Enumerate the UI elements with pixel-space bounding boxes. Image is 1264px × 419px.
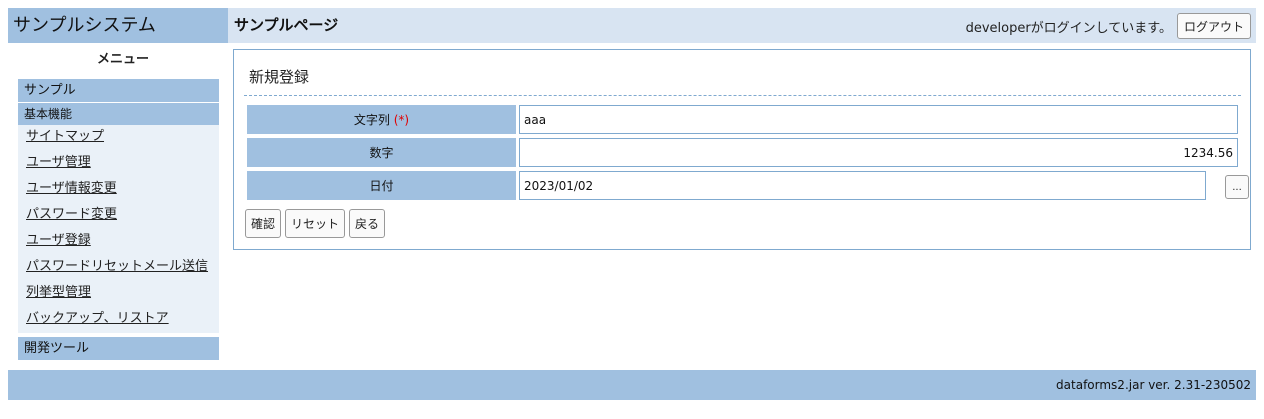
form-row-number: 数字 — [246, 137, 1238, 168]
number-input[interactable] — [519, 138, 1238, 167]
field-label-string: 文字列 (*) — [246, 104, 517, 135]
menu-caption: メニュー — [96, 52, 149, 67]
site-title: サンプルシステム — [8, 8, 228, 43]
menu-group-devtools[interactable]: 開発ツール — [18, 337, 219, 360]
logout-button[interactable]: ログアウト — [1176, 13, 1251, 39]
sidebar-menu: メニュー サンプル 基本機能 サイトマップ ユーザ管理 ユーザ情報変更 パスワー… — [8, 43, 228, 360]
sidebar-item-user-registration[interactable]: ユーザ登録 — [18, 229, 219, 255]
login-message: developerがログインしています。 — [965, 20, 1172, 36]
field-label-date: 日付 — [246, 170, 517, 201]
divider — [244, 95, 1241, 96]
sidebar-item-backup-restore[interactable]: バックアップ、リストア — [18, 307, 219, 333]
back-button[interactable]: 戻る — [349, 209, 386, 238]
menu-group-sample[interactable]: サンプル — [18, 79, 219, 102]
page-header: サンプルページ developerがログインしています。 ログアウト — [228, 8, 1256, 43]
page-title: サンプルページ — [234, 16, 339, 34]
date-picker-button[interactable]: ... — [1225, 175, 1249, 199]
field-label-string-text: 文字列 — [353, 113, 390, 127]
sidebar-item-sitemap[interactable]: サイトマップ — [18, 125, 219, 151]
registration-panel: 新規登録 文字列 (*) 数字 日付 ... 確認 リセット 戻る — [233, 49, 1251, 250]
confirm-button[interactable]: 確認 — [245, 209, 282, 238]
footer: dataforms2.jar ver. 2.31-230502 — [8, 370, 1256, 400]
sidebar-item-password-reset-mail[interactable]: パスワードリセットメール送信 — [18, 255, 219, 281]
required-mark: (*) — [393, 113, 410, 127]
sidebar-item-enum-management[interactable]: 列挙型管理 — [18, 281, 219, 307]
version-text: dataforms2.jar ver. 2.31-230502 — [1056, 378, 1251, 392]
sidebar-item-user-management[interactable]: ユーザ管理 — [18, 151, 219, 177]
reset-button[interactable]: リセット — [285, 209, 346, 238]
sidebar-item-user-info-change[interactable]: ユーザ情報変更 — [18, 177, 219, 203]
menu-list-basic: サイトマップ ユーザ管理 ユーザ情報変更 パスワード変更 ユーザ登録 パスワード… — [18, 125, 219, 333]
date-input[interactable] — [519, 171, 1206, 200]
form-row-string: 文字列 (*) — [246, 104, 1238, 135]
menu-group-basic[interactable]: 基本機能 — [18, 103, 219, 125]
sidebar-item-password-change[interactable]: パスワード変更 — [18, 203, 219, 229]
login-area: developerがログインしています。 ログアウト — [966, 13, 1251, 39]
form-actions: 確認 リセット 戻る — [245, 209, 386, 238]
string-input[interactable] — [519, 105, 1238, 134]
form-row-date: 日付 ... — [246, 170, 1249, 201]
field-label-number: 数字 — [246, 137, 517, 168]
form-title: 新規登録 — [249, 68, 310, 86]
